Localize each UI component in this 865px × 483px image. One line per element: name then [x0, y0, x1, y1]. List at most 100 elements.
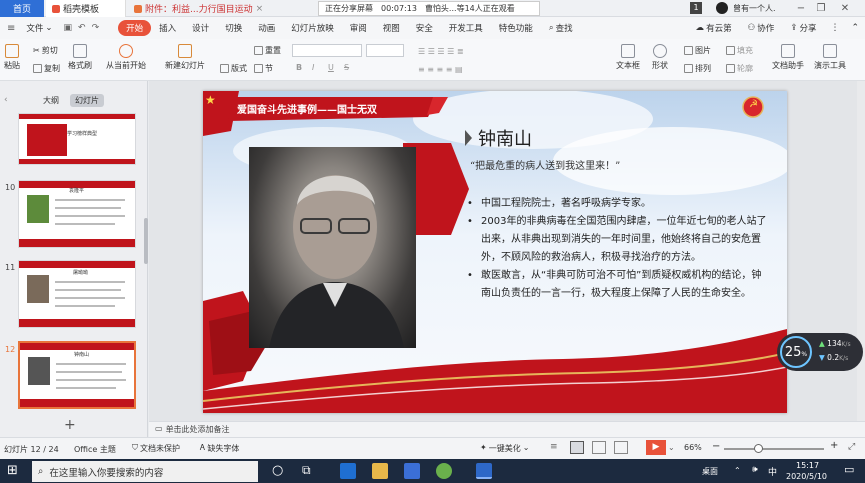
menu-design[interactable]: 设计 — [184, 20, 217, 36]
slide-thumb-11[interactable]: 屠呦呦 — [18, 260, 136, 328]
undo-icon[interactable]: ↶ — [75, 23, 89, 33]
panel-scrollbar[interactable] — [144, 218, 148, 264]
minimize-icon[interactable]: − — [792, 0, 810, 17]
copy-button[interactable]: 复制 — [33, 63, 60, 74]
task-view-icon[interactable]: ⧉ — [302, 463, 311, 478]
slide-thumb-12[interactable]: 钟南山 — [18, 341, 136, 409]
presentation-tools-button[interactable]: 演示工具 — [814, 44, 846, 71]
italic-button[interactable]: I — [312, 63, 314, 72]
zoom-slider-thumb[interactable] — [754, 444, 763, 453]
menu-share[interactable]: ⇪ 分享 — [782, 20, 824, 36]
normal-view-icon[interactable] — [570, 441, 584, 454]
notification-icon[interactable]: ▭ — [844, 463, 854, 476]
avatar[interactable] — [716, 2, 728, 14]
shape-button[interactable]: 形状 — [652, 44, 668, 71]
menu-review[interactable]: 审阅 — [342, 20, 375, 36]
format-painter-button[interactable]: 格式刷 — [68, 44, 92, 71]
notes-placeholder[interactable]: ▭ 单击此处添加备注 — [155, 424, 230, 435]
add-slide-button[interactable]: + — [64, 417, 76, 433]
folder-icon[interactable] — [372, 463, 388, 479]
font-size-select[interactable] — [366, 44, 404, 57]
taskbar-search[interactable]: ⌕ 在这里输入你要搜索的内容 — [32, 461, 258, 482]
new-slide-button[interactable]: 新建幻灯片 — [165, 44, 205, 71]
paste-button[interactable]: 粘贴 — [4, 44, 20, 71]
wps-icon[interactable] — [476, 463, 492, 479]
zoom-level[interactable]: 66% — [684, 443, 702, 452]
menu-insert[interactable]: 插入 — [151, 20, 184, 36]
collapse-panel-icon[interactable]: ‹ — [4, 95, 8, 105]
arrange-button[interactable]: 排列 — [684, 63, 711, 74]
bold-button[interactable]: B — [296, 63, 302, 72]
paragraph-controls[interactable]: ☰ ☰ ☰ ☰ ≣ — [418, 47, 464, 56]
doc-assistant-button[interactable]: 文档助手 — [772, 44, 804, 71]
redo-icon[interactable]: ↷ — [89, 23, 103, 33]
font-family-select[interactable] — [292, 44, 362, 57]
menu-search[interactable]: ⌕ 查找 — [541, 20, 581, 36]
tab-outline[interactable]: 大纲 — [38, 94, 64, 107]
reading-view-icon[interactable] — [614, 441, 628, 454]
image-button[interactable]: 图片 — [684, 45, 711, 56]
comment-icon[interactable]: ≡ — [550, 442, 558, 452]
network-speed-widget[interactable]: 25% ▲ 134K/s ▼ 0.2K/s — [777, 333, 863, 371]
layout-button[interactable]: 版式 — [220, 63, 247, 74]
menu-features[interactable]: 特色功能 — [491, 20, 541, 36]
ime-indicator[interactable]: 中 — [768, 465, 777, 478]
clock-time[interactable]: 15:17 — [796, 461, 819, 470]
fill-button[interactable]: 填充 — [726, 45, 753, 56]
menu-home[interactable]: 开始 — [118, 20, 152, 36]
menu-view[interactable]: 视图 — [375, 20, 408, 36]
beautify-button[interactable]: ✦ 一键美化 ⌄ — [480, 443, 529, 454]
vertical-scrollbar[interactable] — [857, 81, 865, 421]
slide[interactable]: ★ ☭ 爱国奋斗先进事例——国士无双 钟南山 “把最危重的病人送到我这里来！” … — [203, 91, 787, 413]
user-name[interactable]: 曾有一个人. — [733, 3, 776, 14]
align-controls[interactable]: ≡ ≡ ≡ ≡ ▤ — [418, 65, 463, 74]
hamburger-icon[interactable]: ≡ — [4, 23, 18, 34]
slide-thumb-9[interactable]: 学习榜样典型 — [18, 113, 136, 165]
zoom-out-button[interactable]: − — [712, 441, 720, 452]
save-icon[interactable]: ▣ — [61, 23, 76, 33]
reset-button[interactable]: 重置 — [254, 45, 281, 56]
screen-share-bar[interactable]: 正在分享屏幕 00:07:13 曹怕头...等14人正在观看 — [318, 1, 540, 16]
notification-badge[interactable]: 1 — [690, 2, 702, 14]
chrome-icon[interactable] — [436, 463, 452, 479]
tab-home[interactable]: 首页 — [0, 0, 44, 17]
notes-pane[interactable]: ▭ 单击此处添加备注 — [149, 421, 865, 437]
tab-docer[interactable]: 稻壳模板 — [46, 0, 126, 17]
play-slideshow-button[interactable]: ▶ — [646, 440, 666, 455]
restore-icon[interactable]: ❐ — [812, 0, 830, 17]
slide-thumb-10[interactable]: 袁隆平 — [18, 180, 136, 248]
play-from-current-button[interactable]: 从当前开始 — [106, 44, 146, 71]
outline-button[interactable]: 轮廓 — [726, 63, 753, 74]
section-button[interactable]: 节 — [254, 63, 273, 74]
doc-protection[interactable]: ⛉ 文档未保护 — [132, 443, 180, 454]
cut-button[interactable]: ✂ 剪切 — [33, 45, 58, 56]
menu-developer[interactable]: 开发工具 — [441, 20, 491, 36]
textbox-button[interactable]: 文本框 — [616, 44, 640, 71]
menu-animation[interactable]: 动画 — [250, 20, 283, 36]
tab-slides[interactable]: 幻灯片 — [70, 94, 104, 107]
cortana-icon[interactable]: ○ — [272, 463, 283, 478]
zoom-in-button[interactable]: + — [830, 440, 838, 451]
chevron-down-icon[interactable]: ⌄ — [668, 443, 675, 452]
store-icon[interactable] — [404, 463, 420, 479]
strikethrough-button[interactable]: S — [344, 63, 349, 72]
more-icon[interactable]: ⋮ — [824, 23, 845, 33]
menu-transition[interactable]: 切换 — [217, 20, 250, 36]
tray-text[interactable]: 桌面 — [702, 466, 718, 477]
collapse-ribbon-icon[interactable]: ⌃ — [845, 23, 865, 33]
volume-icon[interactable]: 🕪 — [752, 465, 758, 475]
menu-collab[interactable]: ⚇ 协作 — [740, 20, 783, 36]
tab-document[interactable]: 附件：利益...力行国目运动 × — [128, 0, 278, 17]
clock-date[interactable]: 2020/5/10 — [786, 472, 827, 481]
fit-window-icon[interactable]: ⤢ — [848, 442, 855, 452]
close-icon[interactable]: ✕ — [836, 0, 854, 17]
menu-cloud[interactable]: ☁ 有云第 — [688, 20, 740, 36]
menu-security[interactable]: 安全 — [408, 20, 441, 36]
close-tab-icon[interactable]: × — [256, 4, 264, 14]
sorter-view-icon[interactable] — [592, 441, 606, 454]
underline-button[interactable]: U — [328, 63, 334, 72]
zoom-slider-track[interactable] — [724, 448, 824, 450]
windows-start-icon[interactable]: ⊞ — [7, 463, 18, 478]
tray-chevron-icon[interactable]: ⌃ — [734, 466, 741, 475]
missing-font[interactable]: Ꭺ 缺失字体 — [200, 443, 239, 454]
